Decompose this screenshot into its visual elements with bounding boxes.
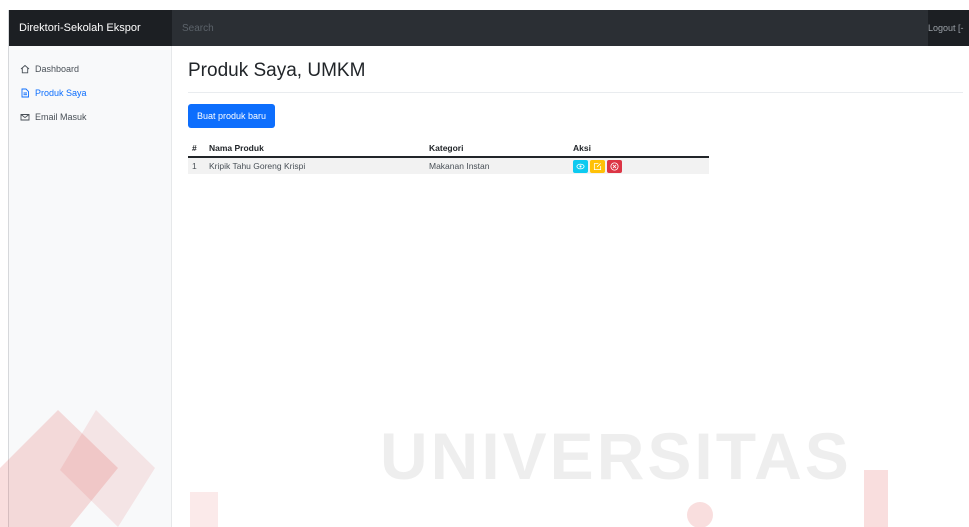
column-header-actions: Aksi <box>569 140 709 158</box>
x-circle-icon <box>610 161 619 171</box>
row-actions <box>569 157 709 174</box>
app-window: Direktori-Sekolah Ekspor Logout [- Dashb… <box>8 10 969 527</box>
create-product-button[interactable]: Buat produk baru <box>188 104 276 128</box>
home-icon <box>20 64 30 74</box>
mail-icon <box>20 112 30 122</box>
column-header-category: Kategori <box>425 140 569 158</box>
sidebar-item-label: Produk Saya <box>35 88 87 98</box>
sidebar-item-label: Email Masuk <box>35 112 87 122</box>
product-table: # Nama Produk Kategori Aksi 1 Kripik Tah… <box>188 140 709 174</box>
sidebar: Dashboard Produk Saya Email Masuk <box>9 46 172 527</box>
top-navbar: Direktori-Sekolah Ekspor Logout [- <box>9 10 969 46</box>
sidebar-item-dashboard[interactable]: Dashboard <box>9 60 171 78</box>
eye-icon <box>576 163 585 169</box>
table-row: 1 Kripik Tahu Goreng Krispi Makanan Inst… <box>188 157 709 174</box>
page-title: Produk Saya, UMKM <box>188 60 366 81</box>
search-input[interactable] <box>172 10 928 46</box>
file-icon <box>20 88 30 98</box>
logout-link[interactable]: Logout [- <box>928 10 969 46</box>
brand-link[interactable]: Direktori-Sekolah Ekspor <box>9 10 172 46</box>
sidebar-item-label: Dashboard <box>35 64 80 74</box>
edit-icon <box>593 162 602 170</box>
product-category: Makanan Instan <box>425 157 569 174</box>
sidebar-item-email-masuk[interactable]: Email Masuk <box>9 108 171 126</box>
row-number: 1 <box>188 157 205 174</box>
product-name: Kripik Tahu Goreng Krispi <box>205 157 425 174</box>
table-header-row: # Nama Produk Kategori Aksi <box>188 140 709 158</box>
main-content: Produk Saya, UMKM Buat produk baru # Nam… <box>172 46 969 527</box>
delete-button[interactable] <box>607 159 622 173</box>
title-divider <box>188 92 963 93</box>
edit-button[interactable] <box>590 159 605 173</box>
column-header-name: Nama Produk <box>205 140 425 158</box>
view-button[interactable] <box>573 159 588 173</box>
sidebar-item-produk-saya[interactable]: Produk Saya <box>9 84 171 102</box>
column-header-number: # <box>188 140 205 158</box>
